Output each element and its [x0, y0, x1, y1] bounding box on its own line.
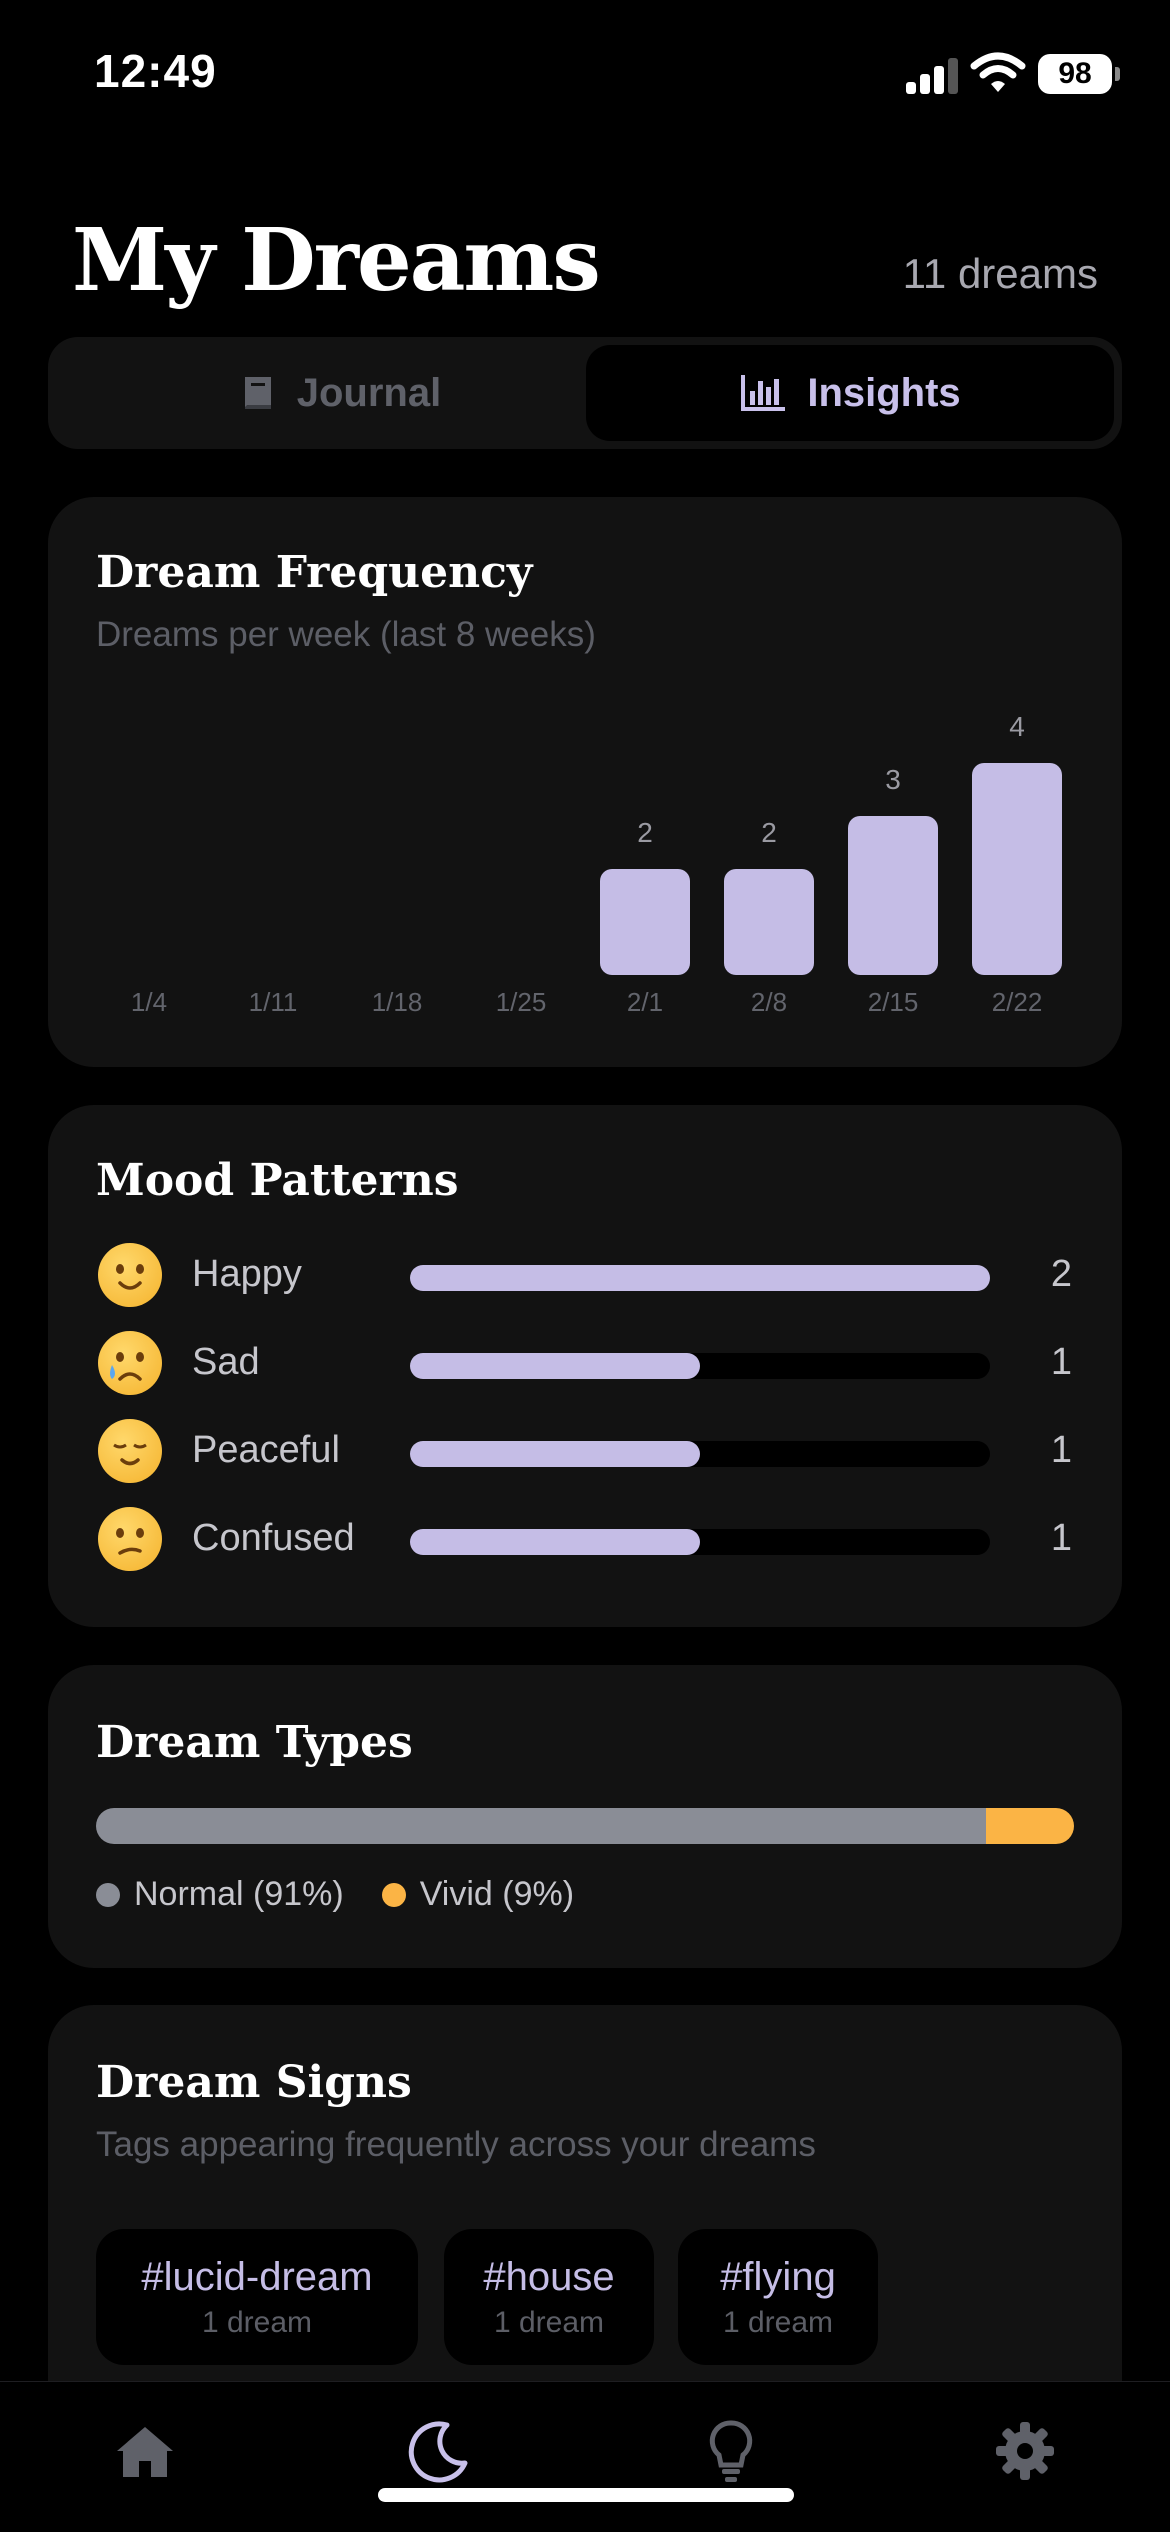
mood-title: Mood Patterns [96, 1155, 459, 1206]
page-title: My Dreams [72, 210, 601, 311]
mood-bar-track [410, 1265, 990, 1291]
frequency-subtitle: Dreams per week (last 8 weeks) [96, 615, 596, 654]
signs-title: Dream Signs [96, 2057, 412, 2108]
confused-face-icon [98, 1507, 162, 1571]
relieved-face-icon [98, 1419, 162, 1483]
tab-home[interactable] [110, 2416, 180, 2486]
mood-row: Sad 1 [48, 1331, 1122, 1401]
frequency-bar [972, 763, 1062, 975]
home-indicator [378, 2488, 794, 2502]
tag-chip[interactable]: #house 1 dream [444, 2229, 654, 2365]
tag-chip[interactable]: #lucid-dream 1 dream [96, 2229, 418, 2365]
x-tick-label: 1/11 [248, 987, 298, 1017]
legend-dot [381, 1882, 406, 1907]
mood-label: Peaceful [192, 1429, 340, 1471]
lightbulb-icon [709, 2420, 753, 2482]
bar-chart-icon [741, 375, 786, 411]
crying-face-icon [98, 1331, 162, 1395]
dream-count: 11 dreams [902, 250, 1098, 297]
home-icon [117, 2427, 173, 2477]
tab-journal[interactable]: Journal [56, 345, 622, 441]
status-time: 12:49 [94, 45, 217, 97]
mood-bar-fill [410, 1529, 700, 1555]
x-tick-label: 2/15 [867, 987, 919, 1017]
cellular-signal-icon [906, 56, 958, 94]
tag-name: #flying [720, 2255, 836, 2299]
status-bar: 12:49 98 [0, 0, 1170, 150]
bar-value-label: 4 [1009, 711, 1025, 742]
moon-icon [408, 2421, 468, 2483]
frequency-bar [724, 869, 814, 975]
mood-bar-track [410, 1441, 990, 1467]
mood-label: Confused [192, 1517, 355, 1559]
tag-name: #house [483, 2255, 615, 2299]
x-tick-label: 1/25 [495, 987, 547, 1017]
dream-type-segment [985, 1808, 1074, 1844]
smiling-face-icon [98, 1243, 162, 1307]
x-tick-label: 2/1 [626, 987, 664, 1017]
frequency-bar [848, 816, 938, 975]
mood-bar-track [410, 1353, 990, 1379]
tab-journal-label: Journal [296, 370, 442, 415]
mood-count: 2 [1050, 1253, 1072, 1295]
bar-value-label: 3 [885, 764, 901, 795]
types-title: Dream Types [96, 1717, 413, 1768]
dream-types-bar [96, 1808, 1074, 1844]
tag-count: 1 dream [722, 2306, 834, 2339]
legend-label: Vivid (9%) [419, 1875, 575, 1913]
battery-indicator: 98 [1038, 54, 1120, 94]
mood-bar-fill [410, 1265, 990, 1291]
mood-bar-fill [410, 1441, 700, 1467]
book-icon [244, 377, 271, 409]
mood-count: 1 [1050, 1429, 1072, 1471]
dream-frequency-card: Dream Frequency Dreams per week (last 8 … [48, 497, 1122, 1067]
dream-types-legend: Normal (91%) Vivid (9%) [96, 1875, 612, 1914]
dream-types-card: Dream Types Normal (91%) Vivid (9%) [48, 1665, 1122, 1968]
tag-name: #lucid-dream [141, 2255, 373, 2299]
legend-label: Normal (91%) [134, 1875, 344, 1913]
tag-count: 1 dream [493, 2306, 605, 2339]
tag-count: 1 dream [201, 2306, 313, 2339]
mood-patterns-card: Mood Patterns Happy 2 Sad 1 Peaceful 1 Confuse… [48, 1105, 1122, 1627]
tab-insights[interactable]: Insights [586, 345, 1114, 441]
x-tick-label: 2/8 [750, 987, 788, 1017]
bar-value-label: 2 [761, 817, 777, 848]
x-tick-label: 1/18 [371, 987, 423, 1017]
mood-bar-fill [410, 1353, 700, 1379]
tab-ideas[interactable] [696, 2416, 766, 2486]
frequency-bar [600, 869, 690, 975]
mood-row: Peaceful 1 [48, 1419, 1122, 1489]
tab-insights-label: Insights [807, 370, 961, 415]
tab-settings[interactable] [990, 2416, 1060, 2486]
mood-count: 1 [1050, 1517, 1072, 1559]
mood-label: Sad [192, 1341, 260, 1383]
view-segmented-control: Journal Insights [48, 337, 1122, 449]
bar-value-label: 2 [637, 817, 653, 848]
mood-label: Happy [192, 1253, 302, 1295]
mood-row: Happy 2 [48, 1243, 1122, 1313]
legend-item: Normal (91%) [96, 1875, 344, 1914]
tag-chip[interactable]: #flying 1 dream [678, 2229, 878, 2365]
legend-dot [96, 1882, 120, 1907]
frequency-title: Dream Frequency [96, 547, 533, 598]
tab-dreams[interactable] [404, 2416, 474, 2486]
legend-item: Vivid (9%) [381, 1875, 575, 1914]
gear-icon [996, 2422, 1054, 2480]
dream-type-segment [96, 1808, 986, 1844]
mood-bar-track [410, 1529, 990, 1555]
signs-subtitle: Tags appearing frequently across your dr… [96, 2125, 816, 2164]
x-tick-label: 2/22 [991, 987, 1043, 1017]
x-tick-label: 1/4 [130, 987, 168, 1017]
mood-row: Confused 1 [48, 1507, 1122, 1577]
bottom-tab-bar [0, 2381, 1170, 2532]
mood-count: 1 [1050, 1341, 1072, 1383]
wifi-icon [970, 52, 1026, 92]
